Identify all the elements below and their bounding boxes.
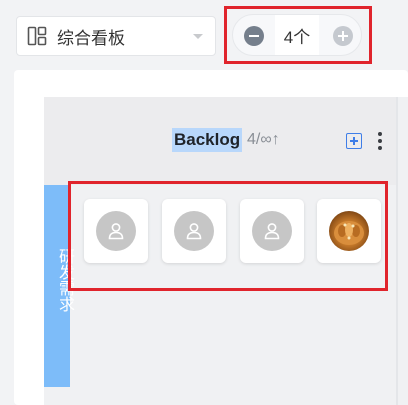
user-placeholder-icon — [174, 211, 214, 251]
member-count-value[interactable]: 4个 — [275, 15, 319, 55]
sort-arrow-icon[interactable]: ↑ — [272, 131, 280, 148]
column-title[interactable]: Backlog — [172, 128, 243, 152]
column-count: 4/∞↑ — [247, 128, 280, 152]
layout-grid-icon — [27, 26, 47, 46]
more-vertical-icon[interactable] — [378, 132, 382, 150]
member-card[interactable] — [317, 199, 381, 263]
view-select-dropdown[interactable]: 综合看板 — [16, 16, 216, 56]
member-card[interactable] — [240, 199, 304, 263]
add-square-icon[interactable] — [346, 133, 362, 149]
user-placeholder-icon — [96, 211, 136, 251]
top-toolbar: 综合看板 4个 — [0, 0, 408, 70]
user-placeholder-icon — [252, 211, 292, 251]
member-count-stepper: 4个 — [232, 14, 362, 56]
column-count-value: 4/∞ — [247, 131, 272, 148]
member-card[interactable] — [162, 199, 226, 263]
member-card[interactable] — [84, 199, 148, 263]
column-divider — [396, 97, 398, 405]
photo-avatar — [329, 211, 369, 251]
plus-circle-icon[interactable] — [333, 26, 353, 46]
view-select-label: 综合看板 — [57, 28, 125, 48]
chevron-down-icon — [193, 34, 203, 39]
minus-circle-icon[interactable] — [244, 26, 264, 46]
